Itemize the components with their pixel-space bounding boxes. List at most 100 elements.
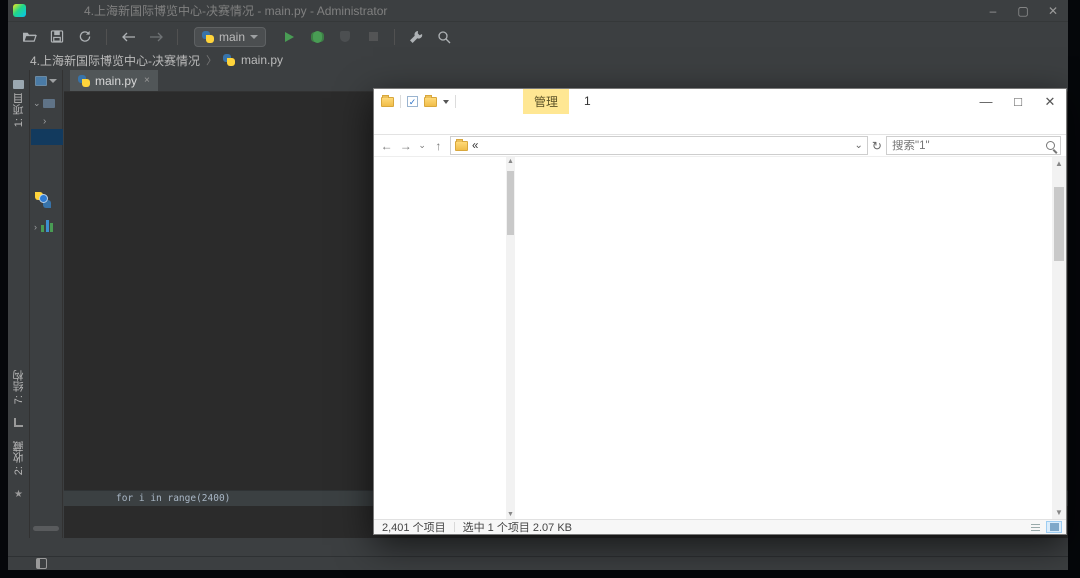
ide-window-controls: – ▢ ✕ <box>978 0 1068 21</box>
clock-icon <box>39 194 48 203</box>
tool-window-icon <box>35 76 47 86</box>
search-everywhere-icon[interactable] <box>433 26 455 48</box>
tab-label: main.py <box>95 74 137 88</box>
maximize-icon[interactable]: ▢ <box>1008 0 1038 21</box>
folder-icon <box>381 97 394 107</box>
scroll-down-icon[interactable]: ▼ <box>507 511 514 518</box>
save-icon[interactable] <box>46 26 68 48</box>
ide-window-title: 4.上海新国际博览中心-决赛情况 - main.py - Administrat… <box>84 2 387 19</box>
bar-chart-icon <box>41 220 53 232</box>
ribbon-tabs <box>374 114 1066 135</box>
breadcrumb-separator: 〉 <box>206 52 217 68</box>
explorer-window-controls: — □ ✕ <box>970 90 1066 114</box>
breadcrumb-file[interactable]: main.py <box>241 53 283 67</box>
file-list-area <box>517 157 1052 519</box>
properties-check-icon[interactable]: ✓ <box>407 96 418 107</box>
collapsed-chevron-icon[interactable]: › <box>43 116 46 127</box>
location-folder-icon <box>455 141 468 151</box>
scrollbar-thumb[interactable] <box>507 171 514 235</box>
address-breadcrumb-box[interactable]: « ⌄ <box>450 136 868 155</box>
desktop: 4.上海新国际博览中心-决赛情况 - main.py - Administrat… <box>0 0 1080 578</box>
minimize-icon[interactable]: – <box>978 0 1008 21</box>
file-explorer-window: ✓ 管理 1 — □ ✕ ← → ⌄ ↑ « <box>373 88 1067 535</box>
chevron-down-icon <box>49 79 57 83</box>
qat-separator <box>455 95 456 108</box>
breadcrumb-project[interactable]: 4.上海新国际博览中心-决赛情况 <box>30 52 200 69</box>
scroll-up-icon[interactable]: ▲ <box>1052 159 1066 168</box>
tool-window-toggle-icon[interactable] <box>36 558 47 569</box>
tool-button-structure[interactable]: 7: 结构 <box>11 370 27 404</box>
ide-titlebar: 4.上海新国际博览中心-决赛情况 - main.py - Administrat… <box>8 0 1068 22</box>
open-folder-icon[interactable] <box>18 26 40 48</box>
up-icon[interactable]: ↑ <box>431 139 446 153</box>
maximize-icon[interactable]: □ <box>1002 90 1034 114</box>
run-configuration-name: main <box>219 30 245 44</box>
ide-breadcrumb: 4.上海新国际博览中心-决赛情况 〉 main.py <box>8 50 1068 70</box>
coverage-button[interactable] <box>334 26 356 48</box>
navigation-scrollbar[interactable]: ▲ ▼ <box>506 157 515 519</box>
pycharm-logo-icon <box>13 4 26 17</box>
tool-button-favorites[interactable]: 2: 收藏 <box>11 441 27 475</box>
scroll-down-icon[interactable]: ▼ <box>1052 508 1066 517</box>
scroll-up-icon[interactable]: ▲ <box>507 158 514 165</box>
thumbnails-view-icon[interactable] <box>1046 521 1062 533</box>
chevron-down-icon <box>250 35 258 39</box>
toolbar-separator <box>394 29 395 45</box>
run-configuration-select[interactable]: main <box>194 27 266 47</box>
debug-button[interactable] <box>306 26 328 48</box>
settings-wrench-icon[interactable] <box>405 26 427 48</box>
python-file-icon <box>78 75 90 87</box>
project-selected-row[interactable] <box>31 129 63 145</box>
tab-close-icon[interactable]: × <box>144 75 150 86</box>
content-scrollbar[interactable]: ▲ ▼ <box>1052 157 1066 519</box>
search-box <box>886 136 1061 155</box>
close-icon[interactable]: ✕ <box>1034 90 1066 114</box>
stop-button[interactable] <box>362 26 384 48</box>
item-count: 2,401 个项目 <box>382 519 446 535</box>
explorer-window-title: 1 <box>584 94 591 108</box>
folder-icon <box>43 99 55 108</box>
search-icon[interactable] <box>1046 141 1055 150</box>
tool-button-project[interactable]: 1: 项目 <box>11 93 27 127</box>
python-file-icon <box>223 54 235 66</box>
structure-icon <box>14 418 23 427</box>
star-icon: ★ <box>14 489 23 500</box>
ide-statusbar <box>8 556 1068 570</box>
quick-access-toolbar: ✓ <box>374 95 456 108</box>
toolbar-separator <box>177 29 178 45</box>
back-icon[interactable]: ← <box>379 139 394 153</box>
tab-main-py[interactable]: main.py × <box>70 70 158 91</box>
collapsed-chevron-icon: › <box>34 222 37 232</box>
selection-info: 选中 1 个项目 2.07 KB <box>463 519 572 535</box>
bottom-tool-bar <box>8 538 1068 556</box>
manage-contextual-tab[interactable]: 管理 <box>523 89 569 114</box>
project-panel-header[interactable] <box>35 76 57 86</box>
project-hscrollbar[interactable] <box>33 526 59 531</box>
forward-icon[interactable] <box>145 26 167 48</box>
ide-toolbar: main <box>8 23 1068 50</box>
back-icon[interactable] <box>117 26 139 48</box>
scrollbar-thumb[interactable] <box>1054 187 1064 261</box>
context-line-text: for i in range(2400) <box>116 493 230 504</box>
chart-file-row[interactable]: › <box>34 220 53 232</box>
run-button[interactable] <box>278 26 300 48</box>
new-folder-icon[interactable] <box>424 97 437 107</box>
address-dropdown-chevron-icon[interactable]: ⌄ <box>855 140 863 151</box>
toolbar-separator <box>106 29 107 45</box>
status-separator <box>454 522 455 532</box>
forward-icon[interactable]: → <box>398 139 413 153</box>
minimize-icon[interactable]: — <box>970 90 1002 114</box>
close-icon[interactable]: ✕ <box>1038 0 1068 21</box>
details-view-icon[interactable] <box>1027 521 1043 533</box>
expand-chevron-icon: ⌄ <box>33 98 41 109</box>
explorer-statusbar: 2,401 个项目 选中 1 个项目 2.07 KB <box>374 519 1066 534</box>
project-panel: ⌄ › › <box>31 70 63 538</box>
breadcrumb-prefix: « <box>470 140 480 152</box>
customize-toolbar-chevron-icon[interactable] <box>443 100 449 104</box>
recent-locations-chevron-icon[interactable]: ⌄ <box>417 140 426 151</box>
sync-icon[interactable] <box>74 26 96 48</box>
search-input[interactable] <box>892 140 1046 152</box>
left-tool-stripe: 1: 项目 7: 结构 2: 收藏 ★ <box>8 70 30 538</box>
project-root-row[interactable]: ⌄ <box>33 98 55 109</box>
refresh-icon[interactable]: ↻ <box>872 139 882 153</box>
